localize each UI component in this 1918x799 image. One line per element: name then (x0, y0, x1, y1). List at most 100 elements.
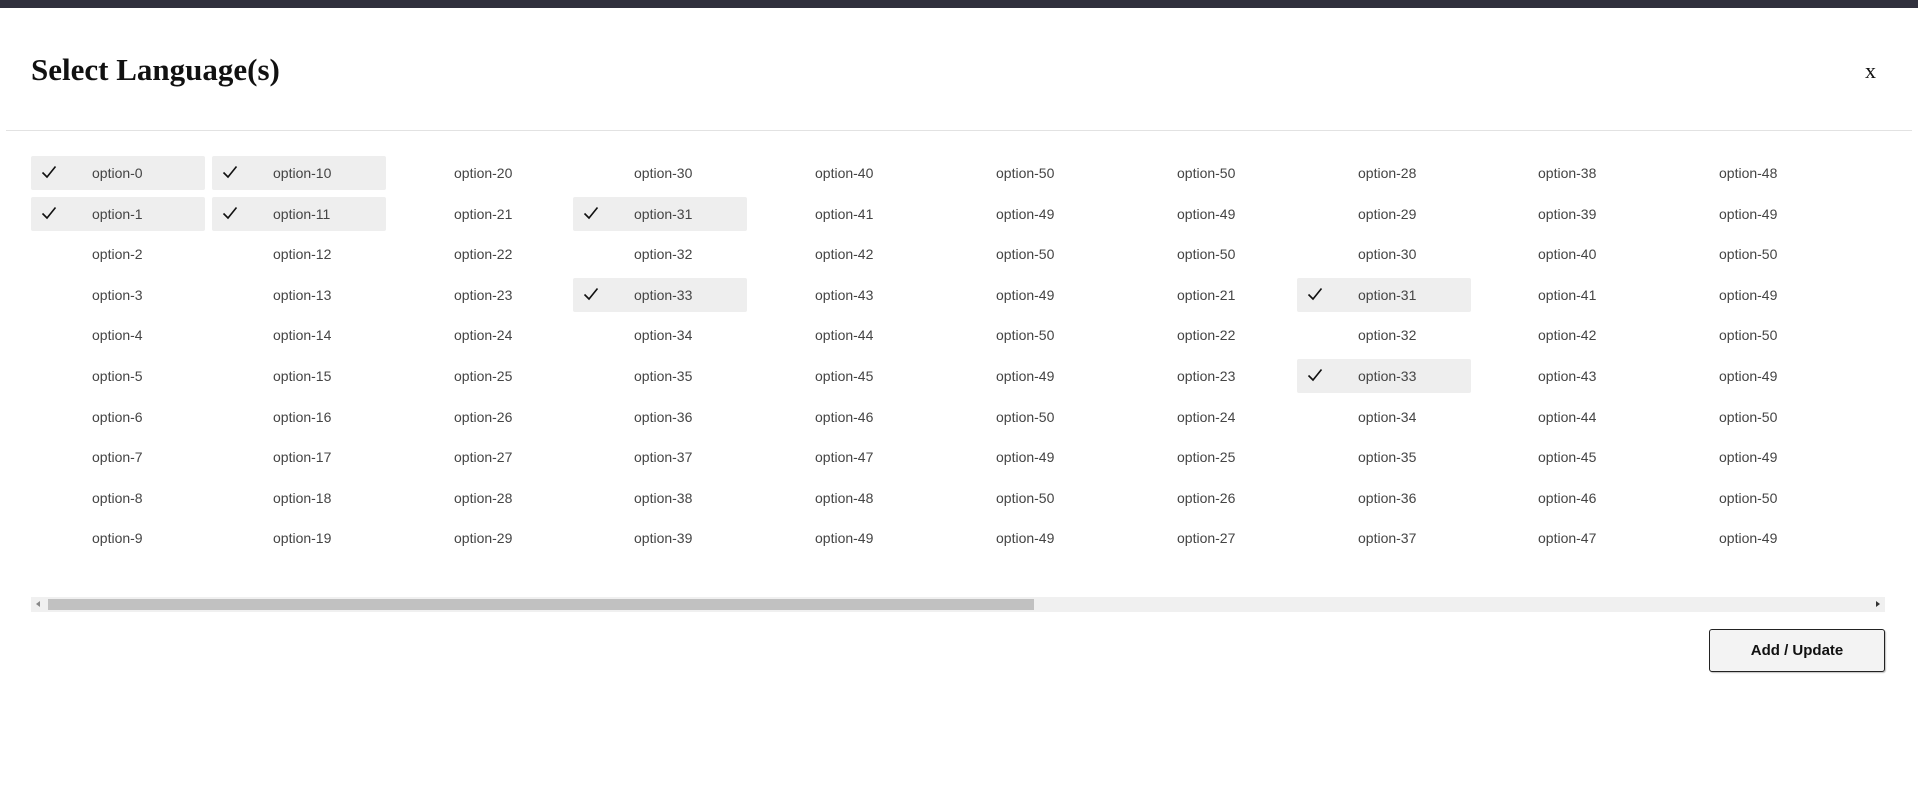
language-option[interactable]: option-49 (935, 359, 1109, 393)
language-option[interactable]: option-6 (31, 400, 205, 434)
language-option[interactable]: option-50 (1658, 481, 1832, 515)
language-option[interactable]: option-50 (935, 400, 1109, 434)
language-option[interactable]: option-49 (1658, 197, 1832, 231)
language-option[interactable]: option-49 (935, 197, 1109, 231)
language-option[interactable]: option-43 (1477, 359, 1651, 393)
language-option[interactable]: option-27 (1116, 521, 1290, 555)
language-option[interactable]: option-50 (935, 318, 1109, 352)
language-option[interactable]: option-49 (1658, 278, 1832, 312)
language-option[interactable]: option-5 (31, 359, 205, 393)
language-option[interactable]: option-43 (754, 278, 928, 312)
language-option[interactable]: option-50 (1658, 400, 1832, 434)
close-button[interactable]: x (1865, 60, 1876, 82)
language-option[interactable]: option-35 (1297, 440, 1471, 474)
language-option[interactable]: option-40 (1477, 237, 1651, 271)
language-option[interactable]: option-41 (754, 197, 928, 231)
language-option[interactable]: option-32 (573, 237, 747, 271)
language-option[interactable]: option-49 (935, 278, 1109, 312)
language-option[interactable]: option-32 (1297, 318, 1471, 352)
language-option[interactable]: option-50 (1116, 156, 1290, 190)
language-option[interactable]: option-38 (573, 481, 747, 515)
language-option[interactable]: option-49 (935, 440, 1109, 474)
language-option[interactable]: option-23 (1116, 359, 1290, 393)
language-option[interactable]: option-28 (393, 481, 567, 515)
language-option[interactable]: option-3 (31, 278, 205, 312)
language-option[interactable]: option-49 (1658, 440, 1832, 474)
language-option[interactable]: option-39 (573, 521, 747, 555)
language-option[interactable]: option-37 (1297, 521, 1471, 555)
language-option[interactable]: option-8 (31, 481, 205, 515)
language-option[interactable]: option-2 (31, 237, 205, 271)
language-option[interactable]: option-50 (1658, 318, 1832, 352)
language-option[interactable]: option-49 (935, 521, 1109, 555)
language-option[interactable]: option-42 (1477, 318, 1651, 352)
language-option[interactable]: option-50 (1116, 237, 1290, 271)
language-option[interactable]: option-46 (754, 400, 928, 434)
language-option[interactable]: option-36 (573, 400, 747, 434)
language-option[interactable]: option-44 (754, 318, 928, 352)
language-option[interactable]: option-50 (935, 237, 1109, 271)
language-option[interactable]: option-13 (212, 278, 386, 312)
add-update-button[interactable]: Add / Update (1709, 629, 1885, 672)
language-option[interactable]: option-26 (1116, 481, 1290, 515)
language-option[interactable]: option-47 (754, 440, 928, 474)
language-option[interactable]: option-25 (393, 359, 567, 393)
language-option[interactable]: option-33 (573, 278, 747, 312)
language-option[interactable]: option-31 (573, 197, 747, 231)
language-option[interactable]: option-10 (212, 156, 386, 190)
language-option[interactable]: option-49 (754, 521, 928, 555)
language-option[interactable]: option-18 (212, 481, 386, 515)
language-option[interactable]: option-20 (393, 156, 567, 190)
language-option[interactable]: option-48 (1658, 156, 1832, 190)
language-option[interactable]: option-49 (1116, 197, 1290, 231)
language-option[interactable]: option-0 (31, 156, 205, 190)
language-option[interactable]: option-31 (1297, 278, 1471, 312)
language-option[interactable]: option-38 (1477, 156, 1651, 190)
language-option[interactable]: option-4 (31, 318, 205, 352)
language-option[interactable]: option-22 (393, 237, 567, 271)
language-option[interactable]: option-16 (212, 400, 386, 434)
language-option[interactable]: option-45 (754, 359, 928, 393)
language-option[interactable]: option-30 (1297, 237, 1471, 271)
language-option[interactable]: option-15 (212, 359, 386, 393)
language-option[interactable]: option-21 (1116, 278, 1290, 312)
language-option[interactable]: option-30 (573, 156, 747, 190)
language-option[interactable]: option-29 (1297, 197, 1471, 231)
language-option[interactable]: option-27 (393, 440, 567, 474)
language-option[interactable]: option-17 (212, 440, 386, 474)
language-option[interactable]: option-49 (1658, 521, 1832, 555)
language-option[interactable]: option-48 (754, 481, 928, 515)
language-option[interactable]: option-50 (935, 481, 1109, 515)
language-option[interactable]: option-36 (1297, 481, 1471, 515)
language-option[interactable]: option-37 (573, 440, 747, 474)
language-option[interactable]: option-46 (1477, 481, 1651, 515)
scroll-right-arrow-icon[interactable] (1870, 597, 1885, 612)
language-option[interactable]: option-23 (393, 278, 567, 312)
language-option[interactable]: option-50 (1658, 237, 1832, 271)
language-option[interactable]: option-35 (573, 359, 747, 393)
scroll-left-arrow-icon[interactable] (31, 597, 46, 612)
language-option[interactable]: option-12 (212, 237, 386, 271)
language-option[interactable]: option-34 (573, 318, 747, 352)
scrollbar-thumb[interactable] (48, 599, 1034, 610)
language-option[interactable]: option-39 (1477, 197, 1651, 231)
language-option[interactable]: option-9 (31, 521, 205, 555)
language-option[interactable]: option-7 (31, 440, 205, 474)
language-option[interactable]: option-47 (1477, 521, 1651, 555)
language-option[interactable]: option-14 (212, 318, 386, 352)
language-option[interactable]: option-40 (754, 156, 928, 190)
language-option[interactable]: option-50 (935, 156, 1109, 190)
language-option[interactable]: option-25 (1116, 440, 1290, 474)
language-option[interactable]: option-22 (1116, 318, 1290, 352)
language-option[interactable]: option-33 (1297, 359, 1471, 393)
language-option[interactable]: option-21 (393, 197, 567, 231)
language-option[interactable]: option-1 (31, 197, 205, 231)
language-option[interactable]: option-44 (1477, 400, 1651, 434)
language-option[interactable]: option-26 (393, 400, 567, 434)
language-option[interactable]: option-24 (1116, 400, 1290, 434)
language-option[interactable]: option-42 (754, 237, 928, 271)
language-option[interactable]: option-45 (1477, 440, 1651, 474)
language-option[interactable]: option-34 (1297, 400, 1471, 434)
language-option[interactable]: option-11 (212, 197, 386, 231)
language-option[interactable]: option-41 (1477, 278, 1651, 312)
